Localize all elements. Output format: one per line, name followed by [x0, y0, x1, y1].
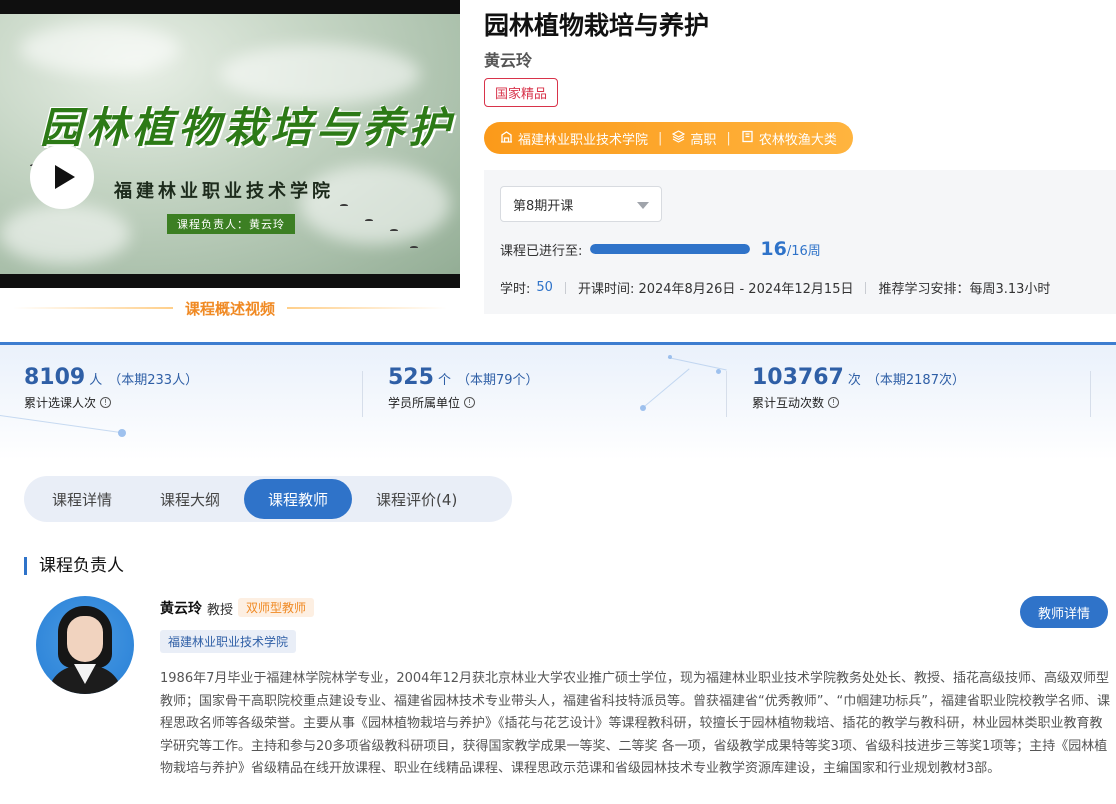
teacher-bio: 1986年7月毕业于福建林学院林学专业，2004年12月获北京林业大学农业推广硕…: [160, 671, 1110, 776]
decor-line: [667, 357, 727, 371]
stat-number: 8109: [24, 365, 86, 390]
tab-course-teachers[interactable]: 课程教师: [244, 479, 353, 519]
stat-divider: [362, 371, 363, 417]
stat-interactions: 103767 次 （本期2187次） 累计互动次数!: [752, 365, 965, 411]
course-progress: 课程已进行至: 16 /16周: [500, 238, 821, 260]
decor-dot: [118, 429, 126, 437]
course-video-player[interactable]: 园林植物栽培与养护 福建林业职业技术学院 课程负责人：黄云玲: [0, 0, 460, 288]
stat-unit: 个: [437, 373, 451, 388]
study-schedule: 推荐学习安排：每周3.13小时: [878, 282, 1051, 297]
teacher-details-button[interactable]: 教师详情: [1020, 596, 1108, 628]
tag-separator: |: [726, 130, 731, 146]
course-stats-banner: 8109 人 （本期233人） 累计选课人次! 525 个 （本期79个） 学员所属单位…: [0, 342, 1116, 460]
tab-course-details[interactable]: 课程详情: [28, 479, 136, 519]
tab-course-reviews[interactable]: 课程评价(4): [352, 479, 481, 519]
stat-label: 累计互动次数: [752, 396, 825, 410]
layers-icon: [672, 129, 686, 147]
info-icon[interactable]: !: [828, 397, 840, 408]
course-tag-bar: 福建林业职业技术学院 | 高职 | 农林牧渔大类: [484, 122, 853, 154]
teacher-avatar: [36, 596, 134, 694]
tab-course-outline[interactable]: 课程大纲: [136, 479, 244, 519]
term-select[interactable]: 第8期开课: [500, 186, 662, 222]
course-tabs: 课程详情 课程大纲 课程教师 课程评价(4): [24, 476, 512, 522]
stat-divider: [1090, 371, 1091, 417]
building-icon: [500, 130, 513, 147]
term-select-value: 第8期开课: [513, 198, 574, 214]
stat-period: （本期79个）: [456, 373, 539, 388]
total-weeks: /16周: [786, 243, 821, 259]
stat-enrollments: 8109 人 （本期233人） 累计选课人次!: [24, 365, 198, 411]
caption-line-right: [287, 307, 447, 309]
hours-value: 50: [536, 280, 553, 295]
decor-line: [643, 368, 690, 408]
hours-label: 学时:: [500, 282, 531, 297]
video-lead-text: 课程负责人：黄云玲: [167, 214, 295, 234]
course-title: 园林植物栽培与养护: [484, 11, 710, 40]
info-icon[interactable]: !: [464, 397, 476, 408]
course-meta-row: 学时: 50 开课时间: 2024年8月26日 - 2024年12月15日 推荐…: [500, 278, 1050, 297]
meta-separator: [564, 281, 566, 294]
info-icon[interactable]: !: [100, 397, 112, 408]
video-thumbnail: 园林植物栽培与养护 福建林业职业技术学院 课程负责人：黄云玲: [0, 14, 460, 274]
chevron-down-icon: [637, 202, 649, 209]
course-dates: 开课时间: 2024年8月26日 - 2024年12月15日: [577, 282, 854, 297]
decor-line: [0, 415, 119, 433]
stat-units: 525 个 （本期79个） 学员所属单位!: [388, 365, 539, 411]
play-button[interactable]: [30, 145, 94, 209]
section-title: 课程负责人: [24, 557, 124, 575]
stat-period: （本期2187次）: [866, 373, 965, 388]
stat-unit: 人: [89, 373, 103, 388]
book-icon: [741, 130, 754, 147]
progress-bar: [590, 244, 751, 254]
decor-dot: [716, 369, 721, 374]
progress-bar-fill: [590, 244, 751, 254]
stat-label: 学员所属单位: [388, 396, 461, 410]
stat-label: 累计选课人次: [24, 396, 97, 410]
stat-number: 525: [388, 365, 434, 390]
stat-divider: [726, 371, 727, 417]
caption-line-left: [12, 307, 173, 309]
teacher-rank: 教授: [207, 603, 234, 618]
video-title-art: 园林植物栽培与养护: [40, 103, 455, 152]
video-caption-text: 课程概述视频: [184, 299, 275, 318]
national-quality-badge: 国家精品: [484, 78, 559, 107]
teacher-school-tag: 福建林业职业技术学院: [160, 630, 297, 653]
progress-label: 课程已进行至:: [500, 243, 583, 259]
video-school-text: 福建林业职业技术学院: [114, 181, 334, 202]
teacher-name: 黄云玲: [160, 601, 202, 617]
stat-unit: 次: [847, 373, 861, 388]
tag-separator: |: [658, 130, 663, 146]
tag-school[interactable]: 福建林业职业技术学院: [518, 129, 648, 148]
video-caption: 课程概述视频: [0, 296, 460, 320]
play-icon: [55, 165, 75, 189]
meta-separator: [865, 281, 867, 294]
avatar-face: [67, 616, 103, 662]
tag-level[interactable]: 高职: [690, 129, 716, 148]
term-info-panel: 第8期开课 课程已进行至: 16 /16周 学时: 50 开课时间: 2024年…: [484, 170, 1116, 314]
teacher-type-badge: 双师型教师: [238, 598, 315, 617]
current-week: 16: [760, 238, 787, 260]
course-teacher-name[interactable]: 黄云玲: [484, 47, 532, 71]
tag-category[interactable]: 农林牧渔大类: [759, 129, 837, 148]
stat-number: 103767: [752, 365, 844, 390]
stat-period: （本期233人）: [108, 373, 199, 388]
